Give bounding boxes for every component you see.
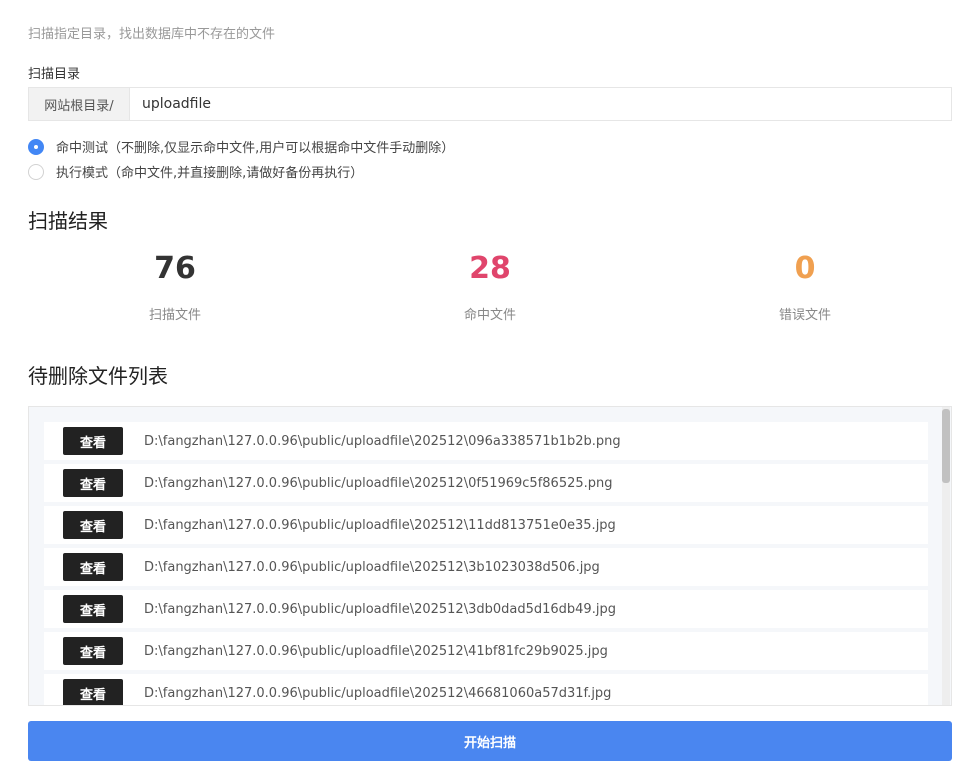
radio-execute-mode[interactable]: [28, 163, 44, 180]
list-item: 查看 D:\fangzhan\127.0.0.96\public/uploadf…: [44, 674, 928, 705]
file-path: D:\fangzhan\127.0.0.96\public/uploadfile…: [144, 517, 616, 533]
scan-results-title: 扫描结果: [28, 209, 108, 233]
file-path: D:\fangzhan\127.0.0.96\public/uploadfile…: [144, 685, 612, 701]
stat-scanned-value: 76: [154, 251, 196, 286]
list-item: 查看 D:\fangzhan\127.0.0.96\public/uploadf…: [44, 548, 928, 586]
mode-test-label: 命中测试（不删除,仅显示命中文件,用户可以根据命中文件手动删除）: [56, 141, 455, 156]
mode-option-execute[interactable]: 执行模式（命中文件,并直接删除,请做好备份再执行）: [28, 162, 363, 181]
scan-dir-field: 网站根目录/: [28, 87, 952, 121]
view-button[interactable]: 查看: [63, 679, 123, 705]
stat-hit-label: 命中文件: [463, 308, 516, 323]
file-list-title: 待删除文件列表: [28, 364, 168, 388]
page-description: 扫描指定目录，找出数据库中不存在的文件: [28, 27, 276, 42]
stat-scanned-label: 扫描文件: [148, 308, 201, 323]
stat-hit-files: 28 命中文件: [390, 251, 590, 324]
scan-dir-input[interactable]: [129, 87, 952, 121]
view-button[interactable]: 查看: [63, 427, 123, 455]
start-scan-button[interactable]: 开始扫描: [28, 721, 952, 761]
stat-error-value: 0: [794, 251, 816, 286]
scan-dir-prefix: 网站根目录/: [28, 87, 129, 121]
list-item: 查看 D:\fangzhan\127.0.0.96\public/uploadf…: [44, 590, 928, 628]
radio-test-mode[interactable]: [28, 138, 44, 155]
list-item: 查看 D:\fangzhan\127.0.0.96\public/uploadf…: [44, 506, 928, 544]
file-path: D:\fangzhan\127.0.0.96\public/uploadfile…: [144, 433, 621, 449]
file-path: D:\fangzhan\127.0.0.96\public/uploadfile…: [144, 601, 616, 617]
mode-option-test[interactable]: 命中测试（不删除,仅显示命中文件,用户可以根据命中文件手动删除）: [28, 137, 454, 156]
file-path: D:\fangzhan\127.0.0.96\public/uploadfile…: [144, 643, 608, 659]
list-scrollbar[interactable]: [942, 407, 950, 705]
stat-hit-value: 28: [469, 251, 511, 286]
scrollbar-thumb[interactable]: [942, 409, 950, 483]
list-item: 查看 D:\fangzhan\127.0.0.96\public/uploadf…: [44, 632, 928, 670]
stat-error-label: 错误文件: [778, 308, 831, 323]
view-button[interactable]: 查看: [63, 637, 123, 665]
list-item: 查看 D:\fangzhan\127.0.0.96\public/uploadf…: [44, 422, 928, 460]
stat-error-files: 0 错误文件: [705, 251, 905, 324]
view-button[interactable]: 查看: [63, 511, 123, 539]
file-path: D:\fangzhan\127.0.0.96\public/uploadfile…: [144, 475, 613, 491]
stat-scanned-files: 76 扫描文件: [75, 251, 275, 324]
list-item: 查看 D:\fangzhan\127.0.0.96\public/uploadf…: [44, 464, 928, 502]
view-button[interactable]: 查看: [63, 469, 123, 497]
mode-execute-label: 执行模式（命中文件,并直接删除,请做好备份再执行）: [56, 166, 364, 181]
file-list: 查看 D:\fangzhan\127.0.0.96\public/uploadf…: [28, 406, 952, 706]
file-path: D:\fangzhan\127.0.0.96\public/uploadfile…: [144, 559, 600, 575]
view-button[interactable]: 查看: [63, 595, 123, 623]
scan-dir-label: 扫描目录: [28, 67, 81, 82]
view-button[interactable]: 查看: [63, 553, 123, 581]
